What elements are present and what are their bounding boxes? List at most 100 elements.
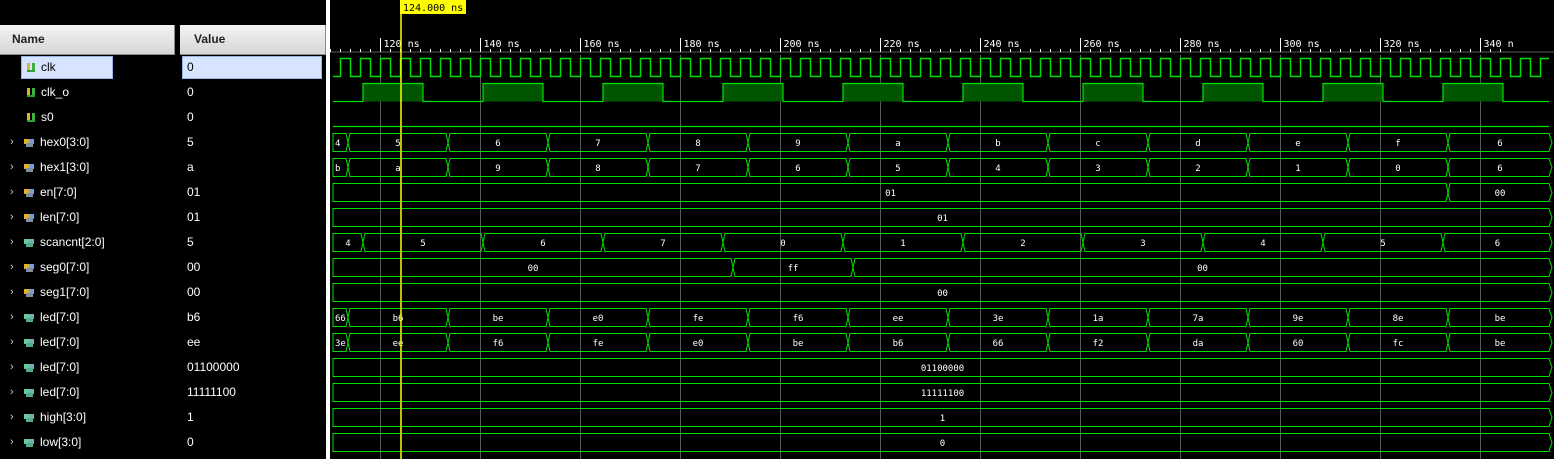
signal-row[interactable]: › en[7:0] 01 (0, 180, 326, 205)
signal-row[interactable]: › hex1[3:0] a (0, 155, 326, 180)
signal-name-cell[interactable]: › hex1[3:0] (0, 155, 175, 180)
signal-value-cell[interactable]: b6 (180, 305, 326, 330)
waveform-trace[interactable]: 0 (332, 433, 1553, 452)
expand-chevron-icon[interactable]: › (10, 205, 14, 230)
signal-row[interactable]: clk_o 0 (0, 80, 326, 105)
signal-row[interactable]: › high[3:0] 1 (0, 405, 326, 430)
waveform-trace[interactable]: 01 (332, 208, 1553, 227)
signal-row[interactable]: › led[7:0] 01100000 (0, 355, 326, 380)
expand-chevron-icon[interactable]: › (10, 280, 14, 305)
value-column-header[interactable]: Value (180, 25, 326, 55)
bus-value-label: a (895, 139, 900, 149)
signal-value-cell[interactable]: 0 (180, 55, 326, 80)
expand-chevron-icon[interactable]: › (10, 430, 14, 455)
signal-name-cell[interactable]: › seg1[7:0] (0, 280, 175, 305)
waveform-trace[interactable]: 4 5 6 7 8 9 a b c d e f 6 (332, 133, 1553, 152)
waveform-trace[interactable]: 1 (332, 408, 1553, 427)
bus-signal-icon (24, 189, 34, 197)
signal-value-cell[interactable]: ee (180, 330, 326, 355)
bus-value-label: d (1195, 139, 1200, 149)
signal-name-cell[interactable]: › led[7:0] (0, 355, 175, 380)
expand-chevron-icon[interactable]: › (10, 355, 14, 380)
bus-value-label: 60 (1293, 339, 1304, 349)
signal-name-cell[interactable]: › led[7:0] (0, 330, 175, 355)
high-level-fill (483, 83, 543, 102)
signal-row[interactable]: › hex0[3:0] 5 (0, 130, 326, 155)
signal-name-cell[interactable]: › len[7:0] (0, 205, 175, 230)
signal-value-cell[interactable]: 1 (180, 405, 326, 430)
signal-value-cell[interactable]: 5 (180, 130, 326, 155)
expand-chevron-icon[interactable]: › (10, 380, 14, 405)
objects-panel: Name Value clk 0 clk_o 0 s0 0 › hex0[3:0] 5 › hex1… (0, 0, 326, 459)
signal-value-cell[interactable]: 0 (180, 80, 326, 105)
expand-chevron-icon[interactable]: › (10, 180, 14, 205)
bus-value-label: be (1495, 339, 1506, 349)
signal-row[interactable]: › led[7:0] b6 (0, 305, 326, 330)
high-level-fill (963, 83, 1023, 102)
bus-value-label: 3e (335, 339, 346, 349)
expand-chevron-icon[interactable]: › (10, 255, 14, 280)
waveform-trace[interactable] (333, 82, 1549, 103)
bus-value-label: 66 (335, 314, 346, 324)
signal-value-cell[interactable]: 0 (180, 105, 326, 130)
signal-value-label: ee (187, 335, 201, 349)
expand-chevron-icon[interactable]: › (10, 230, 14, 255)
signal-value-cell[interactable]: 01 (180, 180, 326, 205)
waveform-trace[interactable]: b a 9 8 7 6 5 4 3 2 1 0 6 (332, 158, 1553, 177)
signal-value-label: 01 (187, 210, 201, 224)
signal-name-cell[interactable]: › scancnt[2:0] (0, 230, 175, 255)
bus-value-label: 8e (1393, 314, 1404, 324)
signal-name-cell[interactable]: › led[7:0] (0, 380, 175, 405)
signal-value-cell[interactable]: 00 (180, 280, 326, 305)
signal-row[interactable]: › len[7:0] 01 (0, 205, 326, 230)
bus-value-label: 6 (1497, 164, 1502, 174)
high-level-fill (1323, 83, 1383, 102)
signal-name-cell[interactable]: › en[7:0] (0, 180, 175, 205)
signal-name-cell[interactable]: s0 (0, 105, 175, 130)
signal-value-cell[interactable]: 0 (180, 430, 326, 455)
waveform-pane[interactable]: 120 ns 140 ns 160 ns 180 ns 200 ns 220 ns 240 … (330, 0, 1554, 459)
signal-name-cell[interactable]: clk (0, 55, 175, 80)
waveform-trace[interactable]: 3e ee f6 fe e0 be b6 66 f2 da 60 fc be (332, 333, 1553, 352)
bus-value-label: 1 (940, 414, 945, 424)
time-ruler[interactable]: 120 ns 140 ns 160 ns 180 ns 200 ns 220 ns 240 … (330, 38, 1554, 53)
expand-chevron-icon[interactable]: › (10, 130, 14, 155)
waveform-trace[interactable]: 66 b6 be e0 fe f6 ee 3e 1a 7a 9e 8e be (332, 308, 1553, 327)
signal-row[interactable]: › low[3:0] 0 (0, 430, 326, 455)
waveform-trace[interactable]: 01 00 (332, 183, 1553, 202)
waveform-trace[interactable]: 00 (332, 283, 1553, 302)
waveform-trace[interactable]: 11111100 (332, 383, 1553, 402)
signal-value-cell[interactable]: 01 (180, 205, 326, 230)
signal-name-cell[interactable]: › low[3:0] (0, 430, 175, 455)
signal-name-cell[interactable]: › high[3:0] (0, 405, 175, 430)
signal-value-cell[interactable]: a (180, 155, 326, 180)
expand-chevron-icon[interactable]: › (10, 155, 14, 180)
signal-value-cell[interactable]: 5 (180, 230, 326, 255)
signal-value-cell[interactable]: 00 (180, 255, 326, 280)
signal-value-cell[interactable]: 11111100 (180, 380, 326, 405)
signal-row[interactable]: › seg0[7:0] 00 (0, 255, 326, 280)
signal-name-cell[interactable]: › led[7:0] (0, 305, 175, 330)
waveform-trace[interactable]: 00 ff 00 (332, 258, 1553, 277)
signal-name-label: seg0[7:0] (40, 260, 90, 274)
waveform-trace[interactable]: 4 5 6 7 0 1 2 3 4 5 6 (332, 233, 1553, 252)
expand-chevron-icon[interactable]: › (10, 305, 14, 330)
waveform-trace[interactable] (333, 57, 1549, 78)
signal-row[interactable]: › scancnt[2:0] 5 (0, 230, 326, 255)
signal-name-cell[interactable]: › hex0[3:0] (0, 130, 175, 155)
signal-row[interactable]: s0 0 (0, 105, 326, 130)
name-column-header[interactable]: Name (0, 25, 175, 55)
signal-value-cell[interactable]: 01100000 (180, 355, 326, 380)
signal-row[interactable]: › led[7:0] 11111100 (0, 380, 326, 405)
signal-row[interactable]: › led[7:0] ee (0, 330, 326, 355)
expand-chevron-icon[interactable]: › (10, 330, 14, 355)
signal-name-cell[interactable]: › seg0[7:0] (0, 255, 175, 280)
signal-name-cell[interactable]: clk_o (0, 80, 175, 105)
bus-value-label: 4 (1260, 239, 1265, 249)
waveform-trace[interactable]: 01100000 (332, 358, 1553, 377)
signal-name-label: scancnt[2:0] (40, 235, 105, 249)
expand-chevron-icon[interactable]: › (10, 405, 14, 430)
signal-row[interactable]: › seg1[7:0] 00 (0, 280, 326, 305)
signal-row[interactable]: clk 0 (0, 55, 326, 80)
signal-value-label: a (187, 160, 194, 174)
